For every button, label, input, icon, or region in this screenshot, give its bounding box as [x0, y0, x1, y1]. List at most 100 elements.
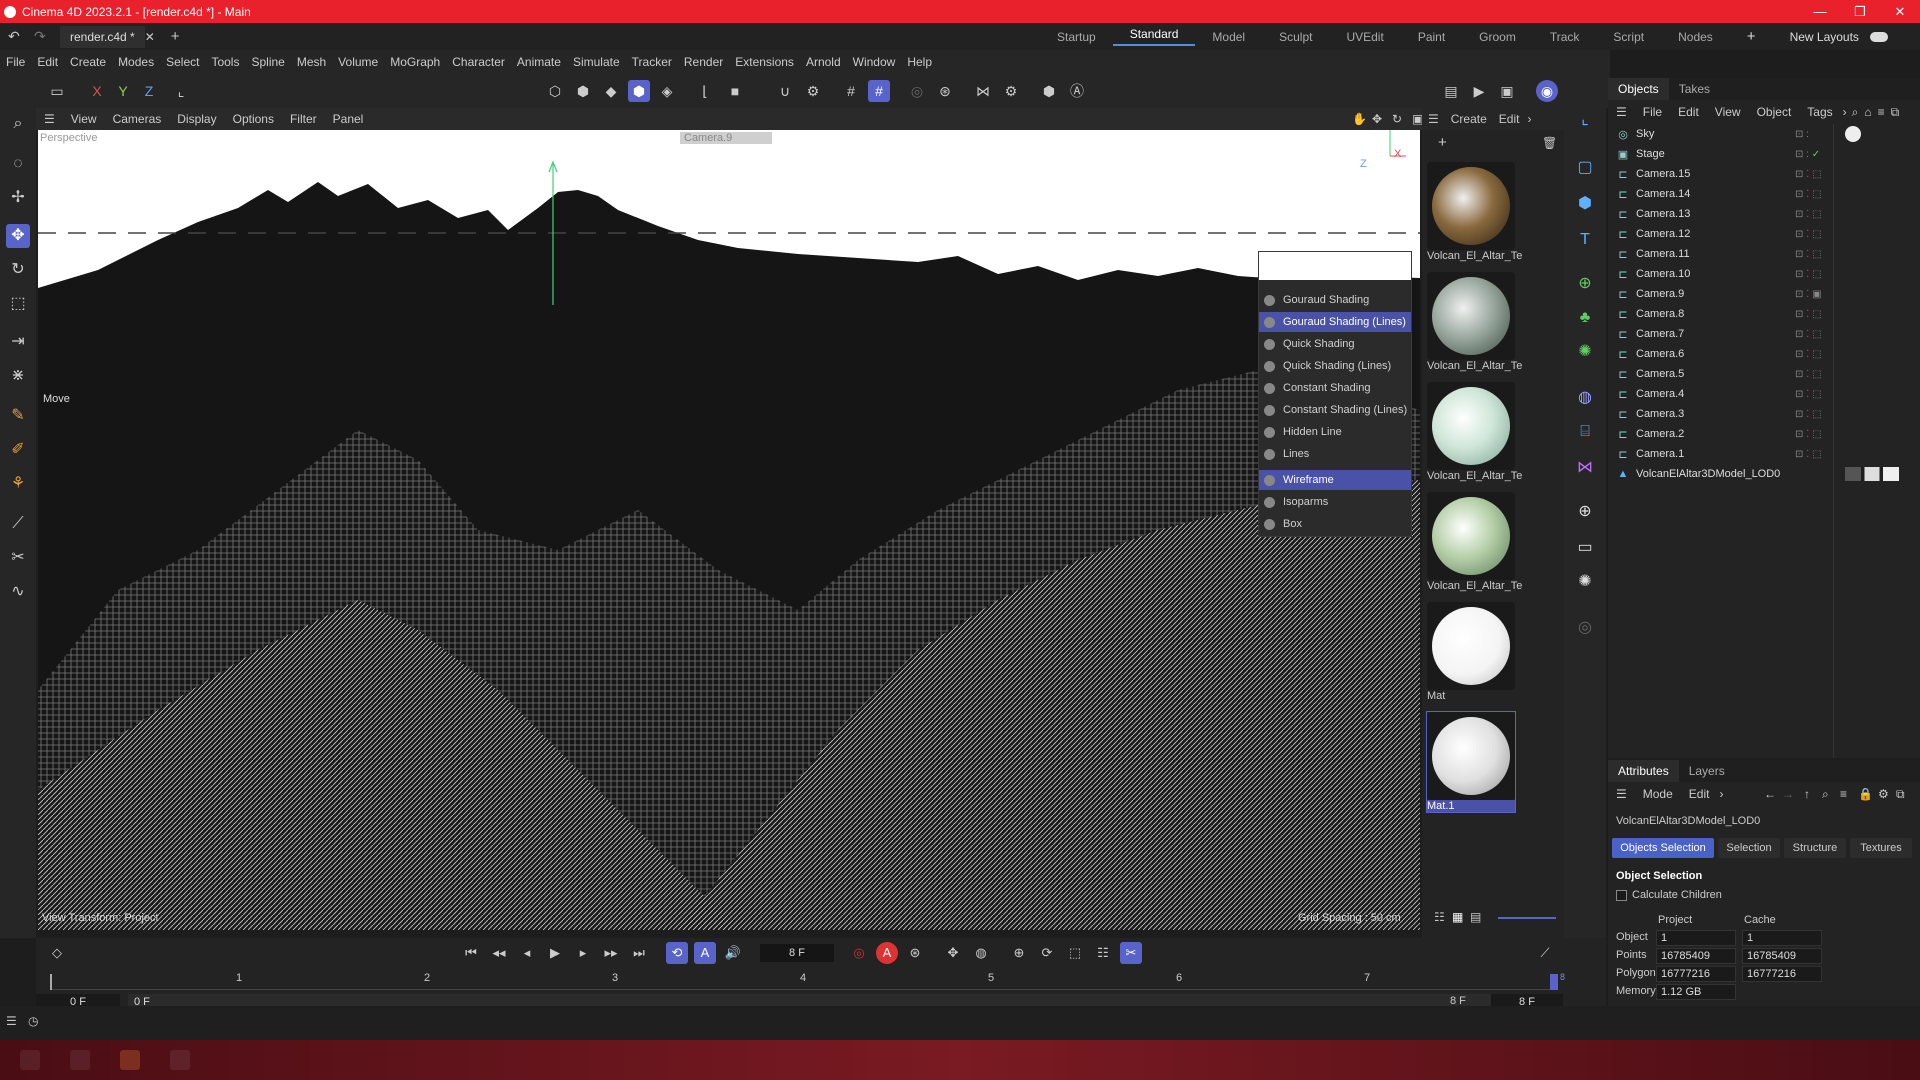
obj-menu-object[interactable]: Object	[1749, 105, 1800, 119]
material-item[interactable]: Volcan_El_Altar_Te	[1427, 272, 1522, 372]
visibility-flags[interactable]: ⊡ ⁚ ⬚	[1795, 389, 1822, 400]
object-row-camera[interactable]: ⊏ Camera.3 ⊡ ⁚ ⬚	[1616, 404, 1916, 424]
material-item[interactable]: Volcan_El_Altar_Te	[1427, 162, 1522, 262]
knife-icon[interactable]: ✂	[6, 546, 30, 570]
render-region-icon[interactable]: ◎	[906, 80, 928, 102]
layout-groom[interactable]: Groom	[1462, 30, 1533, 44]
light-icon[interactable]: ✺	[1573, 570, 1597, 594]
menu-modes[interactable]: Modes	[112, 55, 160, 69]
menu-create[interactable]: Create	[64, 55, 112, 69]
visibility-flags[interactable]: ⊡ ⁚ ⬚	[1795, 229, 1822, 240]
zoom-icon[interactable]: ⌕	[6, 112, 30, 136]
position-key-icon[interactable]: ✥	[942, 942, 964, 964]
sky-tag-icon[interactable]	[1845, 126, 1861, 142]
menu-mograph[interactable]: MoGraph	[384, 55, 446, 69]
visibility-flags[interactable]: ⊡ ⁚ ⬚	[1795, 429, 1822, 440]
keyframe-selection-icon[interactable]: ⊛	[904, 942, 926, 964]
vp-menu-options[interactable]: Options	[225, 112, 282, 126]
object-row-camera[interactable]: ⊏ Camera.13 ⊡ ⁚ ⬚	[1616, 204, 1916, 224]
tab-attributes[interactable]: Attributes	[1608, 760, 1679, 782]
axis-mode-icon[interactable]: ⌊	[694, 80, 716, 102]
text-spline-icon[interactable]: T	[1573, 228, 1597, 252]
shading-menu-search[interactable]	[1259, 252, 1411, 280]
objects-selection-button[interactable]: Objects Selection	[1612, 838, 1714, 858]
menu-volume[interactable]: Volume	[332, 55, 384, 69]
field-icon[interactable]: ◍	[1573, 386, 1597, 410]
autokey-icon[interactable]: A	[876, 942, 898, 964]
quantize-icon[interactable]: #	[868, 80, 890, 102]
object-row-camera[interactable]: ⊏ Camera.9 ⊡ ⁚ ▣	[1616, 284, 1916, 304]
viewport-menu-icon[interactable]: ☰	[36, 112, 63, 126]
textures-button[interactable]: Textures	[1850, 838, 1912, 858]
tab-layers[interactable]: Layers	[1679, 764, 1735, 778]
menu-tracker[interactable]: Tracker	[626, 55, 678, 69]
obj-search-icon[interactable]: ⌕	[1849, 105, 1862, 120]
tracker-icon[interactable]: ⋈	[1573, 456, 1597, 480]
timeline-settings-icon[interactable]: ☷	[1092, 942, 1114, 964]
shading-gouraud[interactable]: Gouraud Shading	[1259, 290, 1411, 310]
material-tags-icon[interactable]	[1845, 467, 1899, 481]
visibility-flags[interactable]: ⊡ ⁚ ⬚	[1795, 369, 1822, 380]
attr-menu-icon[interactable]: ☰	[1608, 787, 1635, 801]
points-mode-icon[interactable]: ⬡	[544, 80, 566, 102]
render-to-viewer-icon[interactable]: ▶	[1468, 80, 1490, 102]
visibility-flags[interactable]: ⊡ ⁚ ⬚	[1795, 209, 1822, 220]
status-menu-icon[interactable]: ☰	[6, 1014, 17, 1028]
scale-tool-icon[interactable]: ⬚	[6, 292, 30, 316]
snap-settings-icon[interactable]: ⚙	[802, 80, 824, 102]
active-camera-label[interactable]: Camera.9	[680, 132, 773, 144]
grid-snap-icon[interactable]: #	[840, 80, 862, 102]
disabled-tool-icon[interactable]: ◎	[1573, 616, 1597, 640]
next-key-icon[interactable]: ▸▸	[600, 942, 622, 964]
layout-model[interactable]: Model	[1195, 30, 1262, 44]
loop-icon[interactable]: ⟲	[666, 942, 688, 964]
camera-object-icon[interactable]: ▭	[1573, 536, 1597, 560]
shading-box[interactable]: Box	[1259, 514, 1411, 534]
list-view-icon[interactable]: ☷	[1434, 910, 1445, 924]
vp-menu-cameras[interactable]: Cameras	[105, 112, 170, 126]
edges-mode-icon[interactable]: ⬢	[572, 80, 594, 102]
select-settings-icon[interactable]: ✢	[6, 186, 30, 210]
taskbar-app-icon[interactable]	[20, 1050, 40, 1070]
document-tab[interactable]: render.c4d *	[60, 25, 145, 48]
mat-menu-edit[interactable]: Edit	[1493, 112, 1526, 126]
object-row-camera[interactable]: ⊏ Camera.2 ⊡ ⁚ ⬚	[1616, 424, 1916, 444]
visibility-flags[interactable]: ⊡ ⁚ ⬚	[1795, 189, 1822, 200]
layout-script[interactable]: Script	[1596, 30, 1661, 44]
undo-icon[interactable]: ↶	[8, 28, 20, 45]
grid-view-icon[interactable]: ▦	[1452, 910, 1463, 924]
environment-icon[interactable]: ⊕	[1573, 500, 1597, 524]
menu-tools[interactable]: Tools	[205, 55, 245, 69]
object-row-camera[interactable]: ⊏ Camera.1 ⊡ ⁚ ⬚	[1616, 444, 1916, 464]
go-to-start-icon[interactable]: ⏮	[460, 942, 482, 964]
snap-axis-icon[interactable]: ⋇	[6, 364, 30, 388]
obj-home-icon[interactable]: ⌂	[1861, 105, 1874, 119]
shading-constant-lines[interactable]: Constant Shading (Lines)	[1259, 400, 1411, 420]
visibility-flags[interactable]: ⊡ ⁚ ⬚	[1795, 409, 1822, 420]
menu-select[interactable]: Select	[160, 55, 205, 69]
calculate-children-checkbox[interactable]	[1616, 890, 1627, 901]
snap-magnet-icon[interactable]: ∪	[774, 80, 796, 102]
layout-sculpt[interactable]: Sculpt	[1262, 30, 1329, 44]
shading-wireframe[interactable]: Wireframe	[1259, 470, 1411, 490]
object-row-camera[interactable]: ⊏ Camera.11 ⊡ ⁚ ⬚	[1616, 244, 1916, 264]
shading-quick-lines[interactable]: Quick Shading (Lines)	[1259, 356, 1411, 376]
object-row-camera[interactable]: ⊏ Camera.7 ⊡ ⁚ ⬚	[1616, 324, 1916, 344]
obj-menu-edit[interactable]: Edit	[1670, 105, 1707, 119]
lock-y-axis-button[interactable]: Y	[112, 80, 134, 102]
menu-edit[interactable]: Edit	[31, 55, 64, 69]
visibility-flags[interactable]: ⊡ ⁚ ⬚	[1795, 269, 1822, 280]
layout-toggle[interactable]	[1869, 31, 1888, 42]
polygons-mode-icon[interactable]: ◆	[600, 80, 622, 102]
redo-icon[interactable]: ↷	[34, 28, 46, 45]
object-row-camera[interactable]: ⊏ Camera.12 ⊡ ⁚ ⬚	[1616, 224, 1916, 244]
live-selection-toggle-icon[interactable]: ◉	[1536, 80, 1558, 102]
visibility-flags[interactable]: ⊡ ⁚ ▣	[1795, 289, 1822, 300]
thumbnail-size-slider[interactable]	[1498, 917, 1556, 919]
menu-spline[interactable]: Spline	[245, 55, 290, 69]
current-frame-field[interactable]: 8 F	[760, 944, 834, 962]
close-tab-icon[interactable]: ✕	[139, 30, 161, 44]
generator-icon[interactable]: ⊕	[1573, 272, 1597, 296]
f-curve-icon[interactable]: ⟋	[1534, 942, 1556, 964]
symmetry-icon[interactable]: ⋈	[972, 80, 994, 102]
